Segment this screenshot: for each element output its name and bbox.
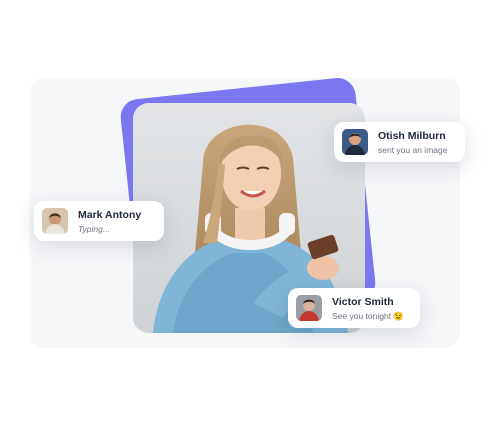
notification-card-mark[interactable]: Mark Antony Typing... — [34, 201, 164, 241]
message-preview: See you tonight 😉 — [332, 311, 404, 321]
notification-card-victor[interactable]: Victor Smith See you tonight 😉 — [288, 288, 420, 328]
wink-emoji-icon: 😉 — [393, 310, 404, 321]
avatar-victor-icon — [296, 295, 322, 321]
sender-name: Otish Milburn — [378, 129, 446, 142]
sender-name: Mark Antony — [78, 208, 142, 221]
avatar-otish-icon — [342, 129, 368, 155]
message-text: See you tonight — [332, 310, 392, 321]
notification-card-otish[interactable]: Otish Milburn sent you an image — [334, 122, 465, 162]
message-preview: sent you an image — [378, 144, 448, 155]
sender-name: Victor Smith — [332, 295, 394, 308]
avatar-mark-icon — [42, 208, 68, 234]
typing-indicator: Typing... — [78, 223, 110, 234]
